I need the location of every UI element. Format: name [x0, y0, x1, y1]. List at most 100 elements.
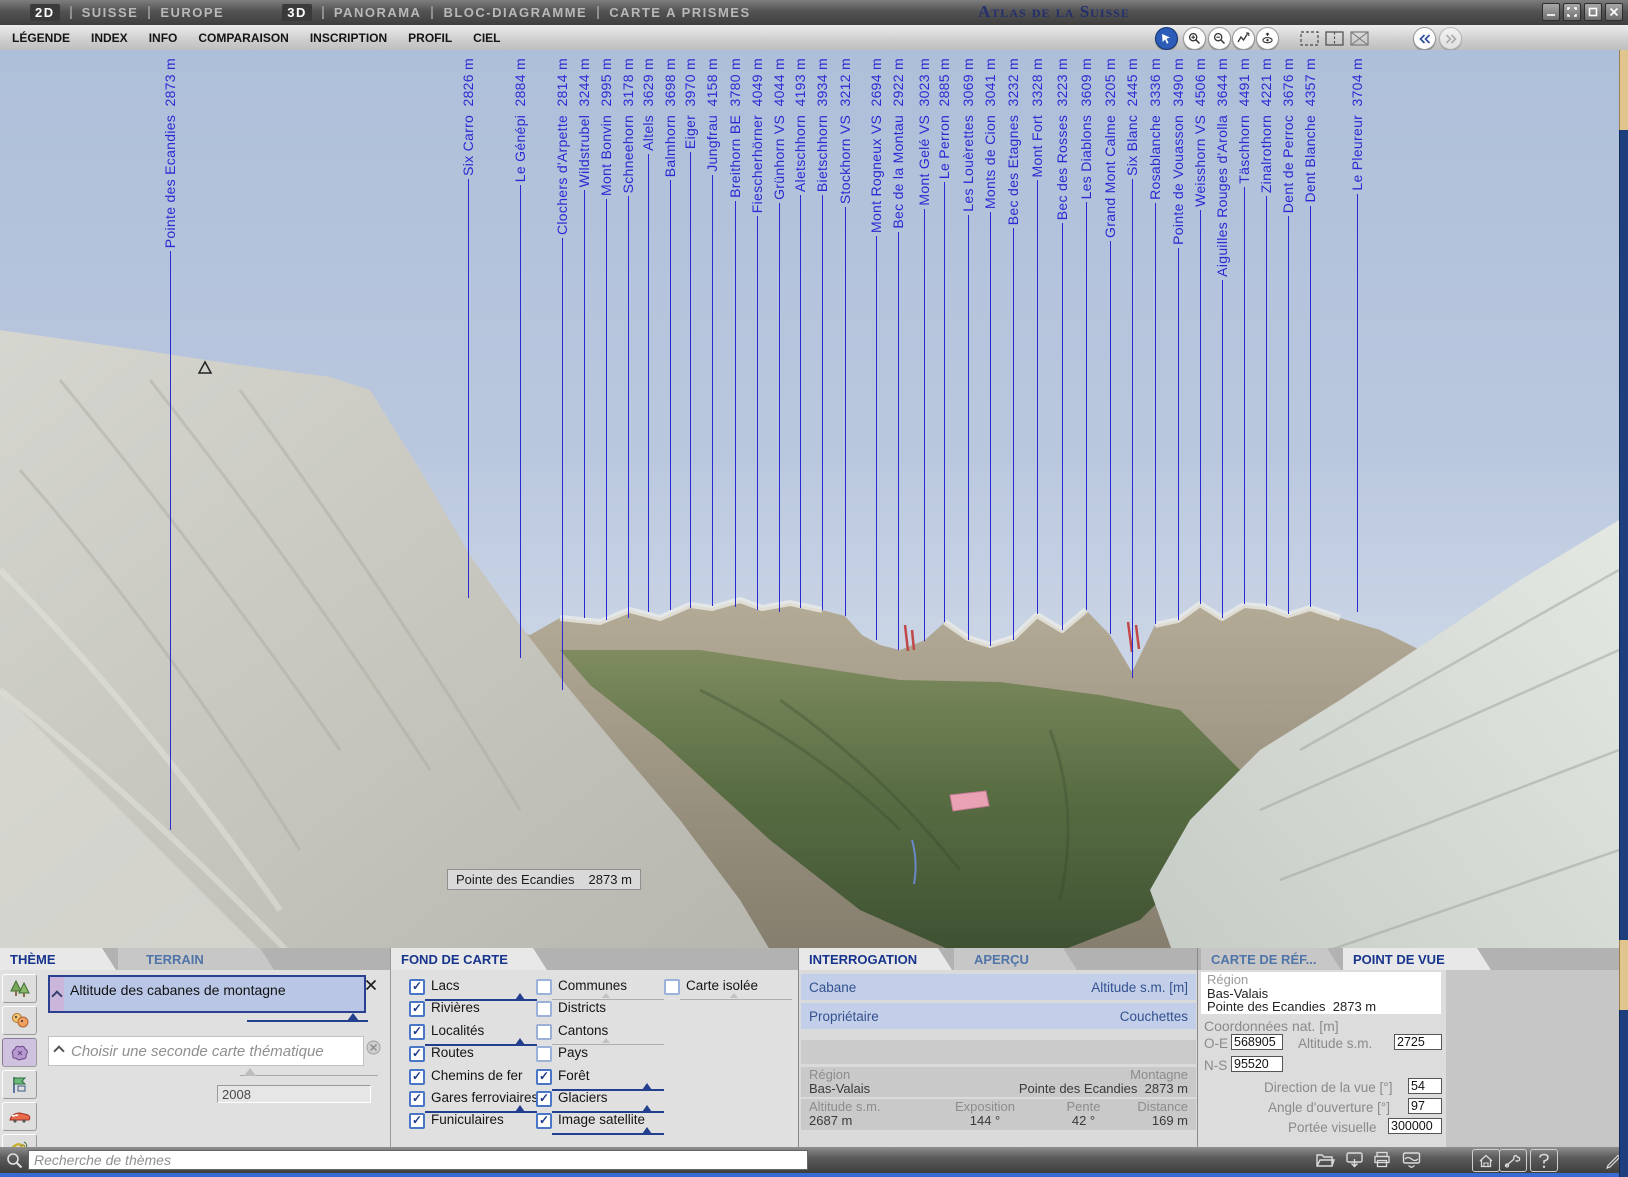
- second-theme-combo[interactable]: Choisir une seconde carte thématique: [48, 1036, 364, 1066]
- save-icon[interactable]: [1345, 1151, 1364, 1168]
- mode-2d[interactable]: 2D: [30, 4, 60, 21]
- year-slider[interactable]: [240, 1075, 378, 1076]
- layer-row[interactable]: Carte isolée: [664, 978, 758, 1000]
- split-view-icon[interactable]: [1325, 31, 1344, 46]
- maximize-button[interactable]: [1584, 3, 1602, 21]
- slider-thumb[interactable]: [730, 993, 738, 998]
- layer-row[interactable]: ✓Lacs: [409, 978, 538, 1000]
- checkbox-checked-icon[interactable]: ✓: [409, 1069, 425, 1085]
- altitude-field[interactable]: [1394, 1034, 1442, 1050]
- checkbox-unchecked-icon[interactable]: [536, 1001, 552, 1017]
- slider-thumb[interactable]: [642, 1105, 652, 1112]
- zoom-out-tool-button[interactable]: [1208, 27, 1231, 50]
- theme-transport-button[interactable]: [2, 1102, 37, 1131]
- oe-field[interactable]: [1231, 1034, 1283, 1050]
- layer-row[interactable]: Pays: [536, 1045, 645, 1067]
- slider-thumb[interactable]: [515, 993, 525, 1000]
- layer-row[interactable]: ✓Gares ferroviaires: [409, 1090, 538, 1112]
- slider-thumb[interactable]: [642, 1127, 652, 1134]
- zoom-in-tool-button[interactable]: [1183, 27, 1206, 50]
- menu-legende[interactable]: LÉGENDE: [12, 31, 70, 45]
- checkbox-checked-icon[interactable]: ✓: [409, 1113, 425, 1129]
- help-button[interactable]: [1530, 1149, 1558, 1172]
- theme-search-input[interactable]: [28, 1150, 808, 1170]
- slider-thumb[interactable]: [515, 1105, 525, 1112]
- checkbox-unchecked-icon[interactable]: [536, 1024, 552, 1040]
- mode-bloc-diagramme[interactable]: BLOC-DIAGRAMME: [443, 5, 587, 20]
- layer-row[interactable]: ✓Routes: [409, 1045, 538, 1067]
- menu-profil[interactable]: PROFIL: [408, 31, 452, 45]
- minimize-button[interactable]: [1542, 3, 1560, 21]
- layer-row[interactable]: ✓Glaciers: [536, 1090, 645, 1112]
- menu-comparaison[interactable]: COMPARAISON: [198, 31, 288, 45]
- menu-index[interactable]: INDEX: [91, 31, 128, 45]
- single-view-icon[interactable]: [1300, 31, 1319, 46]
- pointer-tool-button[interactable]: [1155, 27, 1178, 50]
- tab-terrain[interactable]: TERRAIN: [118, 948, 274, 970]
- checkbox-checked-icon[interactable]: ✓: [409, 1001, 425, 1017]
- mode-suisse[interactable]: SUISSE: [82, 5, 139, 20]
- remove-theme-button[interactable]: [365, 979, 377, 991]
- overlay-view-icon[interactable]: [1350, 31, 1369, 46]
- slider-thumb[interactable]: [347, 1013, 359, 1021]
- close-button[interactable]: [1605, 3, 1623, 21]
- checkbox-checked-icon[interactable]: ✓: [409, 979, 425, 995]
- home-button[interactable]: [1472, 1149, 1500, 1172]
- mode-europe[interactable]: EUROPE: [160, 5, 224, 20]
- tab-theme[interactable]: THÈME: [0, 948, 116, 970]
- checkbox-checked-icon[interactable]: ✓: [409, 1046, 425, 1062]
- direction-field[interactable]: [1408, 1078, 1442, 1094]
- menu-info[interactable]: INFO: [149, 31, 178, 45]
- checkbox-unchecked-icon[interactable]: [536, 1046, 552, 1062]
- forward-button[interactable]: [1439, 27, 1462, 50]
- checkbox-checked-icon[interactable]: ✓: [409, 1091, 425, 1107]
- layer-row[interactable]: Cantons: [536, 1023, 645, 1045]
- layer-opacity-slider[interactable]: [552, 1129, 664, 1137]
- open-folder-icon[interactable]: [1315, 1151, 1335, 1168]
- mode-panorama[interactable]: PANORAMA: [334, 5, 422, 20]
- checkbox-checked-icon[interactable]: ✓: [536, 1091, 552, 1107]
- theme-nature-button[interactable]: [2, 1038, 37, 1067]
- tools-button[interactable]: [1499, 1149, 1527, 1172]
- theme-territory-button[interactable]: [2, 1070, 37, 1099]
- checkbox-unchecked-icon[interactable]: [536, 979, 552, 995]
- export-image-icon[interactable]: [1402, 1151, 1421, 1168]
- layer-row[interactable]: ✓Forêt: [536, 1068, 645, 1090]
- theme-population-button[interactable]: [2, 1006, 37, 1035]
- year-field[interactable]: [217, 1085, 371, 1103]
- layer-row[interactable]: ✓Funiculaires: [409, 1112, 538, 1134]
- tab-point-de-vue[interactable]: POINT DE VUE: [1343, 948, 1491, 970]
- tab-interrogation[interactable]: INTERROGATION: [799, 948, 952, 970]
- checkbox-checked-icon[interactable]: ✓: [409, 1024, 425, 1040]
- tab-carte-de-reference[interactable]: CARTE DE RÉF...: [1201, 948, 1341, 970]
- checkbox-checked-icon[interactable]: ✓: [536, 1069, 552, 1085]
- menu-ciel[interactable]: CIEL: [473, 31, 500, 45]
- slider-thumb[interactable]: [602, 1038, 610, 1043]
- layer-opacity-slider[interactable]: [680, 995, 792, 1003]
- range-field[interactable]: [1388, 1118, 1442, 1134]
- slider-thumb[interactable]: [602, 993, 610, 998]
- back-button[interactable]: [1413, 27, 1436, 50]
- slider-thumb[interactable]: [515, 1038, 525, 1045]
- layer-row[interactable]: ✓Chemins de fer: [409, 1068, 538, 1090]
- mode-carte-a-prismes[interactable]: CARTE A PRISMES: [609, 5, 750, 20]
- slider-thumb[interactable]: [244, 1068, 256, 1076]
- tab-apercu[interactable]: APERÇU: [954, 948, 1077, 970]
- layer-row[interactable]: Districts: [536, 1000, 645, 1022]
- profile-tool-button[interactable]: [1232, 27, 1255, 50]
- mode-3d[interactable]: 3D: [282, 4, 312, 21]
- slider-thumb[interactable]: [642, 1083, 652, 1090]
- print-icon[interactable]: [1373, 1151, 1391, 1168]
- checkbox-unchecked-icon[interactable]: [664, 979, 680, 995]
- theme-vegetation-button[interactable]: [2, 974, 37, 1003]
- menu-inscription[interactable]: INSCRIPTION: [310, 31, 387, 45]
- theme-opacity-slider[interactable]: [247, 1020, 368, 1022]
- ns-field[interactable]: [1231, 1056, 1283, 1072]
- angle-field[interactable]: [1408, 1098, 1442, 1114]
- viewpoint-tool-button[interactable]: [1256, 27, 1279, 50]
- selected-theme-combo[interactable]: Altitude des cabanes de montagne: [48, 975, 366, 1013]
- tab-fond-de-carte[interactable]: FOND DE CARTE: [391, 948, 547, 970]
- layer-row[interactable]: Communes: [536, 978, 645, 1000]
- layer-row[interactable]: ✓Rivières: [409, 1000, 538, 1022]
- remove-second-theme-button[interactable]: [366, 1040, 381, 1055]
